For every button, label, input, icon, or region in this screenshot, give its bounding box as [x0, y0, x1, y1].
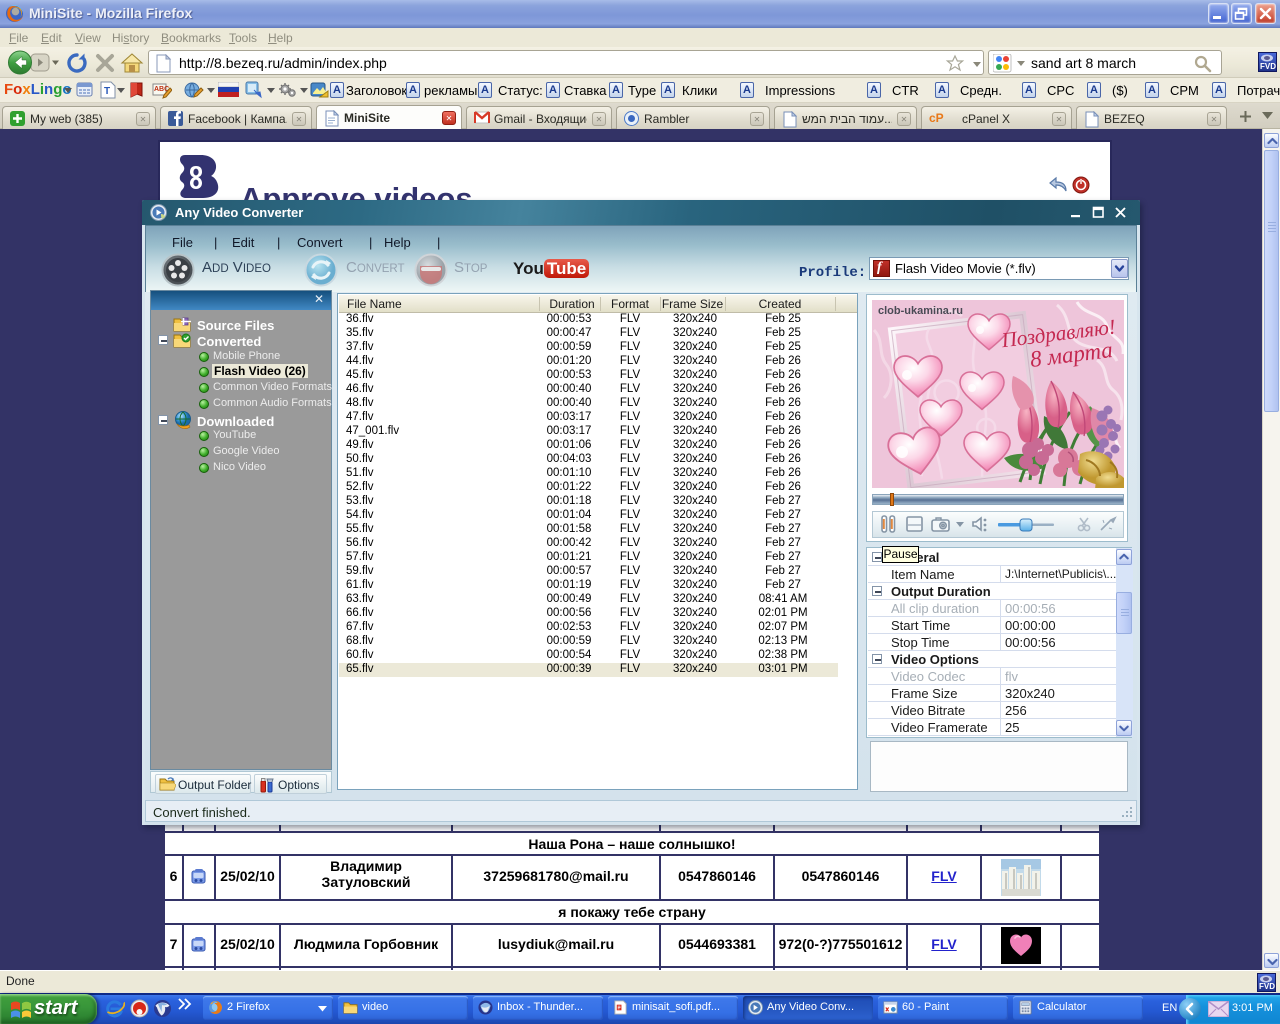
svg-text:clob-ukamina.ru: clob-ukamina.ru: [878, 305, 963, 317]
svg-text:T: T: [104, 86, 110, 97]
